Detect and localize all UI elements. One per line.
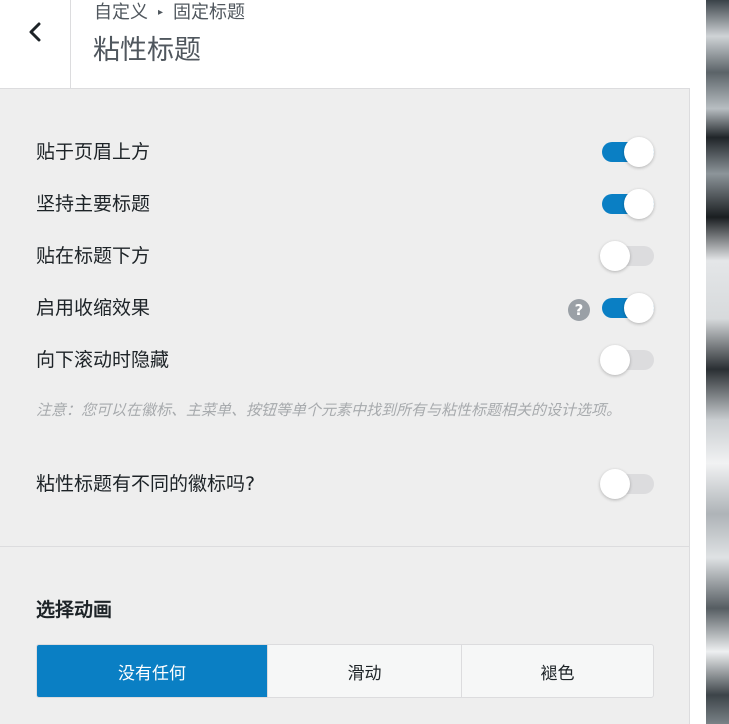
chevron-left-icon [29, 22, 41, 42]
breadcrumb-parent: 自定义 [94, 2, 148, 23]
toggle-switch-below-header[interactable] [600, 241, 654, 271]
toggle-switch-hide-on-scroll[interactable] [600, 345, 654, 375]
breadcrumb-current: 固定标题 [173, 2, 246, 23]
toggle-knob [624, 293, 654, 323]
toggle-label: 启用收缩效果 [36, 297, 151, 319]
toggle-knob [600, 345, 630, 375]
design-options-note: 注意：您可以在徽标、主菜单、按钮等单个元素中找到所有与粘性标题相关的设计选项。 [36, 401, 622, 419]
animation-button-group: 没有任何 滑动 褪色 [36, 644, 654, 698]
section-divider [0, 546, 690, 547]
toggle-label: 贴在标题下方 [36, 245, 151, 267]
toggle-row-shrink-effect: 启用收缩效果 ? [36, 293, 656, 323]
toggle-row-hide-on-scroll: 向下滚动时隐藏 [36, 345, 656, 375]
help-icon[interactable]: ? [568, 299, 590, 321]
toggle-label: 向下滚动时隐藏 [36, 349, 170, 371]
toggle-label: 贴于页眉上方 [36, 141, 151, 163]
toggle-knob [624, 189, 654, 219]
toggle-label: 坚持主要标题 [36, 193, 151, 215]
toggle-switch-shrink-effect[interactable] [602, 293, 654, 323]
animation-option-fade[interactable]: 褪色 [461, 645, 653, 697]
toggle-knob [624, 137, 654, 167]
animation-option-slide[interactable]: 滑动 [267, 645, 461, 697]
toggle-label: 粘性标题有不同的徽标吗? [36, 473, 256, 495]
toggle-knob [600, 469, 630, 499]
toggle-switch-different-logo[interactable] [600, 469, 654, 499]
toggle-row-main-header: 坚持主要标题 [36, 189, 656, 219]
toggle-knob [600, 241, 630, 271]
page-title: 粘性标题 [93, 35, 201, 66]
toggle-row-above-header: 贴于页眉上方 [36, 137, 656, 167]
animation-option-none[interactable]: 没有任何 [37, 645, 267, 697]
animation-section-title: 选择动画 [36, 599, 113, 621]
toggle-switch-above-header[interactable] [602, 137, 654, 167]
breadcrumb: 自定义 ▸ 固定标题 [94, 2, 245, 24]
preview-image [706, 0, 729, 724]
back-button[interactable] [0, 0, 71, 88]
toggle-switch-main-header[interactable] [602, 189, 654, 219]
breadcrumb-separator-icon: ▸ [158, 7, 164, 18]
toggle-row-different-logo: 粘性标题有不同的徽标吗? [36, 469, 656, 499]
customizer-panel: 自定义 ▸ 固定标题 粘性标题 贴于页眉上方 坚持主要标题 贴在标题下方 启用收… [0, 0, 690, 724]
panel-header: 自定义 ▸ 固定标题 粘性标题 [0, 0, 690, 89]
toggle-row-below-header: 贴在标题下方 [36, 241, 656, 271]
site-preview[interactable] [690, 0, 729, 724]
